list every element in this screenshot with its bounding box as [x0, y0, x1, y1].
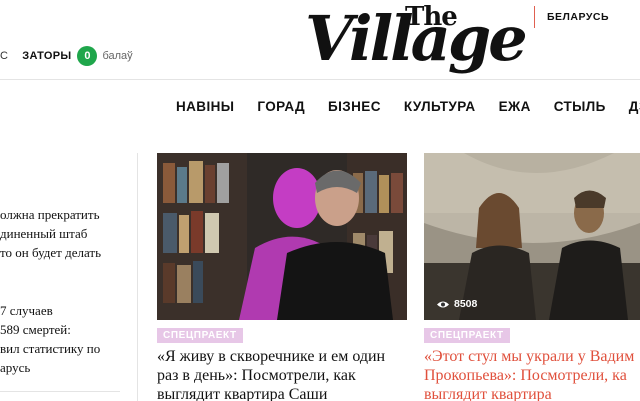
nav-item-kids[interactable]: ДЗЕ: [629, 99, 640, 114]
divider: [0, 391, 120, 392]
article-headline[interactable]: «Я живу в скворечнике и ем один раз в де…: [157, 347, 407, 401]
sidebar-news-item[interactable]: олжна прекратить диненный штаб то он буд…: [0, 205, 101, 262]
nav-item-style[interactable]: СТЫЛЬ: [554, 99, 606, 114]
traffic-score-unit: балаў: [102, 50, 133, 62]
news-line: вил статистику по: [0, 341, 101, 356]
news-line: 589 смертей:: [0, 322, 71, 337]
category-badge[interactable]: СПЕЦПРАЕКТ: [157, 328, 243, 343]
eye-icon: [437, 301, 449, 307]
headline-line: выглядит квартира Саши: [157, 386, 328, 401]
nav-item-news[interactable]: НАВІНЫ: [176, 99, 234, 114]
article-card[interactable]: 8508 СПЕЦПРАЕКТ «Этот стул мы украли у В…: [424, 153, 640, 401]
view-counter: 8508: [436, 298, 477, 310]
logo-village: Village: [305, 2, 528, 75]
news-sidebar: олжна прекратить диненный штаб то он буд…: [0, 153, 138, 401]
headline-line: Прокопьева»: Посмотрели, ка: [424, 367, 627, 384]
nav-item-culture[interactable]: КУЛЬТУРА: [404, 99, 476, 114]
article-image[interactable]: 8508: [424, 153, 640, 320]
category-badge[interactable]: СПЕЦПРАЕКТ: [424, 328, 510, 343]
news-line: арусь: [0, 360, 31, 375]
sidebar-news-item[interactable]: 7 случаев 589 смертей: вил статистику по…: [0, 301, 100, 377]
view-count: 8508: [454, 298, 478, 310]
headline-line: раз в день»: Посмотрели, как: [157, 367, 356, 384]
article-image[interactable]: [157, 153, 407, 320]
traffic-score: 0: [77, 46, 98, 66]
headline-line: «Этот стул мы украли у Вадим: [424, 348, 635, 365]
weather-text: С: [0, 50, 9, 62]
article-headline[interactable]: «Этот стул мы украли у Вадим Прокопьева»…: [424, 347, 640, 401]
region-selector[interactable]: БЕЛАРУСЬ: [534, 6, 609, 28]
nav-item-city[interactable]: ГОРАД: [257, 99, 305, 114]
main-nav: НАВІНЫ ГОРАД БІЗНЕС КУЛЬТУРА ЕЖА СТЫЛЬ Д…: [176, 99, 640, 114]
headline-line: «Я живу в скворечнике и ем один: [157, 348, 386, 365]
headline-line: выглядит квартира: [424, 386, 552, 401]
site-logo[interactable]: The Village: [305, 0, 530, 88]
header: С ЗАТОРЫ 0 балаў The Village БЕЛАРУСЬ: [0, 0, 640, 80]
nav-item-business[interactable]: БІЗНЕС: [328, 99, 381, 114]
news-line: 7 случаев: [0, 303, 53, 318]
traffic-label: ЗАТОРЫ: [22, 50, 72, 62]
news-line: то он будет делать: [0, 245, 101, 260]
news-line: диненный штаб: [0, 226, 88, 241]
article-card[interactable]: СПЕЦПРАЕКТ «Я живу в скворечнике и ем од…: [157, 153, 407, 401]
traffic-widget[interactable]: С ЗАТОРЫ 0 балаў: [0, 44, 133, 68]
nav-item-food[interactable]: ЕЖА: [499, 99, 531, 114]
news-line: олжна прекратить: [0, 207, 100, 222]
